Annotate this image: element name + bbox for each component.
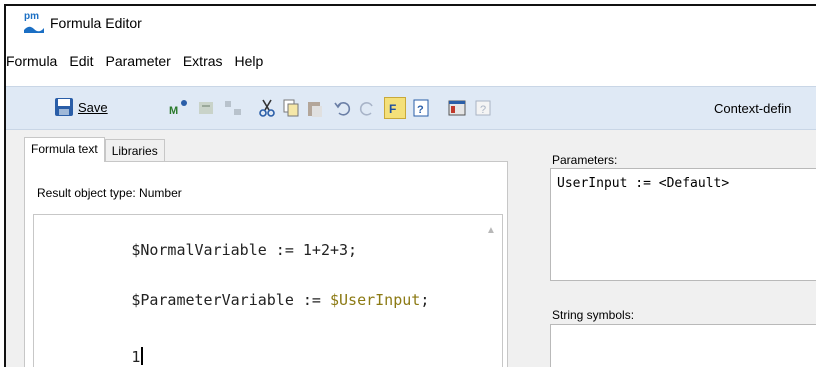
copy-icon xyxy=(283,99,299,117)
menu-edit[interactable]: Edit xyxy=(69,53,103,69)
scroll-up-arrow-icon[interactable]: ▲ xyxy=(484,223,498,237)
editor-body: Formula text Libraries Result object typ… xyxy=(6,130,816,367)
undo-button[interactable] xyxy=(332,97,354,119)
dialog-icon xyxy=(448,100,466,116)
grid-icon xyxy=(225,101,241,115)
tab-formula-text[interactable]: Formula text xyxy=(24,137,105,162)
formula-editor-window: pm Formula Editor Formula Edit Parameter… xyxy=(4,4,816,367)
title-bar: pm Formula Editor xyxy=(6,6,816,40)
info-button[interactable]: ? xyxy=(472,97,494,119)
tab-strip: Formula text Libraries xyxy=(24,137,165,162)
cut-icon xyxy=(259,99,275,117)
code-line: $ParameterVariable := $UserInput; xyxy=(131,291,430,309)
menu-formula[interactable]: Formula xyxy=(6,53,67,69)
menu-extras[interactable]: Extras xyxy=(183,53,233,69)
format-button[interactable]: F xyxy=(384,97,406,119)
code-line: $NormalVariable := 1+2+3; xyxy=(131,241,358,259)
grid-button[interactable] xyxy=(222,97,244,119)
info-icon: ? xyxy=(475,100,491,116)
formula-text-panel: Result object type: Number $NormalVariab… xyxy=(24,161,508,367)
save-icon xyxy=(55,98,73,116)
format-icon: F xyxy=(389,102,396,116)
paste-button[interactable] xyxy=(304,97,326,119)
paste-icon xyxy=(308,102,322,117)
window-title: Formula Editor xyxy=(50,15,142,31)
context-definition-label[interactable]: Context-defin xyxy=(714,101,791,116)
code-line: 1 xyxy=(41,329,144,367)
svg-text:F: F xyxy=(389,102,396,116)
save-label: Save xyxy=(78,99,108,115)
help-book-icon: ? xyxy=(413,99,429,117)
svg-text:?: ? xyxy=(480,104,486,116)
formula-code-editor[interactable]: $NormalVariable := 1+2+3; $ParameterVari… xyxy=(33,214,503,367)
svg-text:?: ? xyxy=(417,104,424,116)
redo-icon xyxy=(359,102,373,116)
redo-button[interactable] xyxy=(356,97,378,119)
macro-button[interactable]: M xyxy=(168,97,190,119)
macro-icon: M xyxy=(169,100,187,117)
app-logo-icon: pm xyxy=(24,11,44,33)
variable-token: $UserInput xyxy=(330,291,421,309)
parameters-list[interactable]: UserInput := <Default> xyxy=(550,168,816,281)
menu-help[interactable]: Help xyxy=(235,53,274,69)
menu-bar: Formula Edit Parameter Extras Help xyxy=(6,50,275,72)
help-book-button[interactable]: ? xyxy=(410,97,432,119)
save-button[interactable]: Save xyxy=(54,97,108,117)
string-symbols-label: String symbols: xyxy=(552,308,635,322)
insert-icon xyxy=(199,102,213,114)
menu-parameter[interactable]: Parameter xyxy=(105,53,180,69)
toolbar: Save M F ? ? Context-defin xyxy=(6,86,816,130)
result-object-type-label: Result object type: Number xyxy=(37,186,182,200)
text-caret xyxy=(141,347,144,365)
undo-icon xyxy=(334,102,351,116)
copy-button[interactable] xyxy=(280,97,302,119)
cut-button[interactable] xyxy=(256,97,278,119)
parameter-entry[interactable]: UserInput := <Default> xyxy=(557,176,729,191)
tab-libraries[interactable]: Libraries xyxy=(104,139,165,161)
dialog-button[interactable] xyxy=(446,97,468,119)
insert-button[interactable] xyxy=(196,97,218,119)
svg-text:M: M xyxy=(169,105,178,117)
parameters-label: Parameters: xyxy=(552,153,618,167)
string-symbols-list[interactable] xyxy=(550,324,816,367)
